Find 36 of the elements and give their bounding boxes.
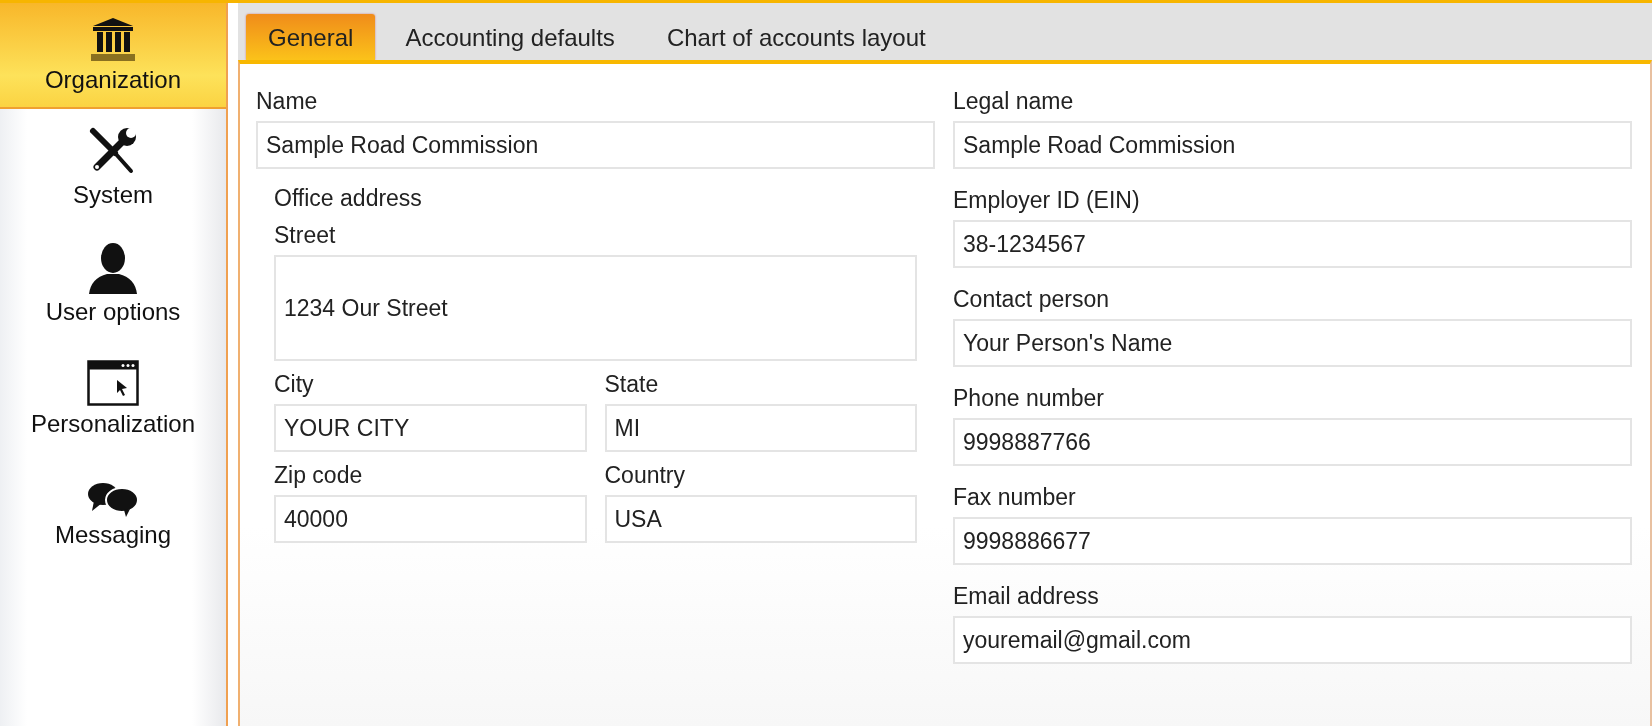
field-label: Phone number xyxy=(953,385,1105,412)
field-label: Email address xyxy=(953,583,1100,610)
input-field[interactable]: Your Person's Name xyxy=(953,319,1632,367)
field-label: State xyxy=(604,371,660,398)
street-field[interactable]: 1234 Our Street xyxy=(274,255,917,361)
input-field[interactable]: 38-1234567 xyxy=(953,220,1632,268)
field-label: Street xyxy=(274,222,337,249)
sidebar-item[interactable]: Personalization xyxy=(0,341,226,457)
sidebar-item[interactable]: User options xyxy=(0,225,226,341)
field-label: Employer ID (EIN) xyxy=(953,187,1141,214)
tab[interactable]: General xyxy=(246,14,376,60)
name-field[interactable]: Sample Road Commission xyxy=(256,121,935,169)
field-label: Legal name xyxy=(953,88,1075,115)
input-field[interactable]: 9998886677 xyxy=(953,517,1632,565)
input-field[interactable]: Sample Road Commission xyxy=(953,121,1632,169)
window-cursor-icon xyxy=(87,360,139,406)
field-label: City xyxy=(274,371,315,398)
input-field[interactable]: 9998887766 xyxy=(953,418,1632,466)
field-label: Name xyxy=(256,88,319,115)
field-label: Country xyxy=(604,462,687,489)
section-heading: Office address xyxy=(274,185,423,212)
city-field[interactable]: YOUR CITY xyxy=(274,404,587,452)
state-field[interactable]: MI xyxy=(604,404,917,452)
country-field[interactable]: USA xyxy=(604,495,917,543)
field-label: Contact person xyxy=(953,286,1110,313)
input-field[interactable]: youremail@gmail.com xyxy=(953,616,1632,664)
chat-bubbles-icon xyxy=(86,481,140,517)
tab[interactable]: Accounting defaults xyxy=(383,14,637,60)
sidebar-item[interactable]: System xyxy=(0,109,226,225)
zip-field[interactable]: 40000 xyxy=(274,495,587,543)
field-label: Fax number xyxy=(953,484,1077,511)
tab[interactable]: Chart of accounts layout xyxy=(644,14,948,60)
sidebar-item[interactable]: Messaging xyxy=(0,457,226,573)
user-icon xyxy=(87,240,139,294)
sidebar-item[interactable]: Organization xyxy=(0,3,226,109)
field-label: Zip code xyxy=(274,462,364,489)
